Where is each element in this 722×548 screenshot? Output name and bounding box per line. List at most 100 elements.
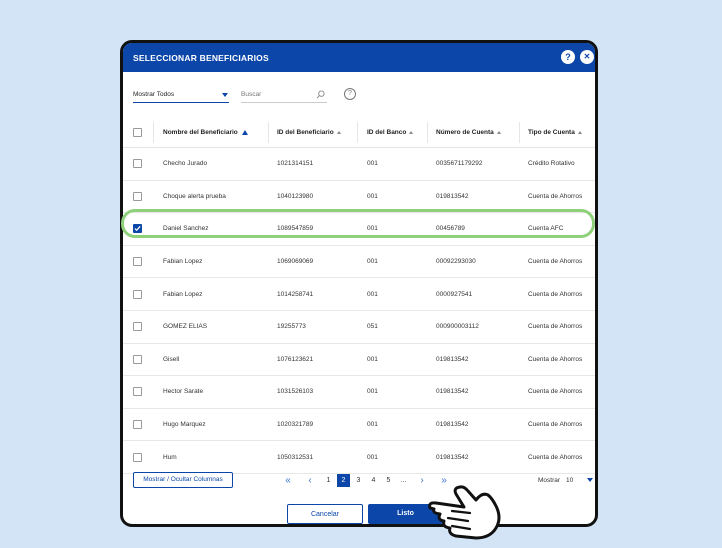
table-row[interactable]: GOMEZ ELIAS 19255773 051 000900003112 Cuenta… (123, 311, 595, 344)
cell-type: Crédito Rotativo (528, 160, 575, 168)
cell-bank: 001 (367, 225, 378, 233)
table-row[interactable]: Hugo Marquez 1020321789 001 019813542 Cuenta… (123, 409, 595, 442)
table-row[interactable]: Checho Jurado 1021314151 001 0035671179292 C… (123, 148, 595, 181)
filter-select[interactable]: Mostrar Todos (133, 87, 229, 103)
cell-id: 1031526103 (277, 388, 314, 396)
first-page-icon[interactable]: « (277, 475, 299, 486)
row-checkbox-cell (133, 344, 142, 376)
row-checkbox[interactable] (133, 452, 142, 462)
cell-name: Hum (163, 453, 177, 461)
cell-name: Gisell (163, 355, 180, 363)
page-button[interactable]: 4 (366, 477, 381, 484)
column-header-name[interactable]: Nombre del Beneficiario (163, 118, 248, 147)
table-footer: Mostrar / Ocultar Columnas « ‹ 1 2 3 4 5… (123, 471, 595, 491)
cell-account: 00092293030 (436, 258, 476, 266)
cell-account: 000900003112 (436, 323, 479, 331)
cell-bank: 051 (367, 323, 378, 331)
row-checkbox-cell (133, 441, 142, 473)
close-icon[interactable]: ✕ (580, 50, 594, 64)
cell-bank: 001 (367, 355, 378, 363)
pointing-hand-icon (428, 485, 501, 540)
column-header-bank[interactable]: ID del Banco (367, 118, 414, 147)
cell-name: Checho Jurado (163, 160, 208, 168)
sort-icon (409, 131, 414, 134)
table-row[interactable]: Daniel Sanchez 1089547859 001 00456789 Cuent… (123, 213, 595, 246)
column-header-id[interactable]: ID del Beneficiario (277, 118, 341, 147)
table-body: Checho Jurado 1021314151 001 0035671179292 C… (123, 148, 595, 474)
row-checkbox-cell (133, 213, 142, 245)
row-checkbox[interactable] (133, 257, 142, 267)
cell-bank: 001 (367, 160, 378, 168)
prev-page-icon[interactable]: ‹ (299, 475, 321, 486)
filter-select-value: Mostrar Todos (133, 91, 175, 98)
table-row[interactable]: Choque alerta prueba 1040123980 001 0198135… (123, 181, 595, 214)
cell-account: 019813542 (436, 453, 469, 461)
row-checkbox[interactable] (133, 322, 142, 332)
column-header-type[interactable]: Tipo de Cuenta (528, 118, 582, 147)
row-checkbox[interactable] (133, 289, 142, 299)
sort-asc-icon (241, 130, 248, 135)
cell-name: GOMEZ ELIAS (163, 323, 208, 331)
cell-id: 1014258741 (277, 290, 314, 298)
row-checkbox-cell (133, 376, 142, 408)
cell-account: 00456789 (436, 225, 465, 233)
page-button[interactable]: 5 (381, 477, 396, 484)
chevron-down-icon (587, 478, 594, 482)
table-row[interactable]: Hum 1050312531 001 019813542 Cuenta de Ahorr… (123, 441, 595, 474)
cell-type: Cuenta de Ahorros (528, 192, 583, 200)
sort-icon (496, 131, 501, 134)
row-checkbox-checked[interactable] (133, 224, 142, 234)
select-all-cell (133, 118, 142, 147)
column-header-account[interactable]: Número de Cuenta (436, 118, 501, 147)
cell-type: Cuenta de Ahorros (528, 388, 583, 396)
cell-account: 0035671179292 (436, 160, 483, 168)
search-help-icon[interactable]: ? (344, 88, 356, 100)
page-ellipsis: ... (400, 476, 407, 484)
page-button-current[interactable]: 2 (337, 473, 350, 487)
sort-icon (336, 131, 341, 134)
page-size-label: Mostrar (538, 476, 561, 484)
row-checkbox[interactable] (133, 387, 142, 397)
cell-type: Cuenta de Ahorros (528, 421, 583, 429)
cell-bank: 001 (367, 290, 378, 298)
cell-account: 019813542 (436, 355, 469, 363)
row-checkbox-cell (133, 181, 142, 213)
cell-id: 1020321789 (277, 421, 314, 429)
toggle-columns-button[interactable]: Mostrar / Ocultar Columnas (133, 472, 233, 488)
page-button[interactable]: 1 (321, 477, 336, 484)
cell-id: 19255773 (277, 323, 306, 331)
row-checkbox[interactable] (133, 191, 142, 201)
cell-type: Cuenta de Ahorros (528, 453, 583, 461)
chevron-down-icon (222, 93, 228, 97)
row-checkbox-cell (133, 278, 142, 310)
search-box[interactable] (241, 87, 327, 103)
row-checkbox[interactable] (133, 420, 142, 430)
cell-bank: 001 (367, 421, 378, 429)
cell-type: Cuenta de Ahorros (528, 323, 583, 331)
cell-bank: 001 (367, 258, 378, 266)
beneficiaries-table: Nombre del Beneficiario ID del Beneficia… (123, 118, 595, 474)
dialog-title: SELECCIONAR BENEFICIARIOS (133, 52, 269, 63)
cell-name: Hector Sarate (163, 388, 204, 396)
table-row[interactable]: Fabian Lopez 1069069069 001 00092293030 Cuen… (123, 246, 595, 279)
row-checkbox[interactable] (133, 354, 142, 364)
table-row[interactable]: Hector Sarate 1031526103 001 019813542 Cuent… (123, 376, 595, 409)
cell-type: Cuenta de Ahorros (528, 258, 583, 266)
page-button[interactable]: 3 (351, 477, 366, 484)
page-size-select[interactable]: Mostrar 10 (538, 473, 594, 487)
row-checkbox-cell (133, 311, 142, 343)
table-row[interactable]: Fabian Lopez 1014258741 001 0000927541 Cuent… (123, 278, 595, 311)
cancel-button[interactable]: Cancelar (287, 504, 363, 524)
search-input[interactable] (241, 91, 311, 98)
table-header: Nombre del Beneficiario ID del Beneficia… (123, 118, 595, 148)
check-icon (134, 226, 141, 232)
cell-bank: 001 (367, 453, 378, 461)
row-checkbox-cell (133, 148, 142, 180)
row-checkbox-cell (133, 409, 142, 441)
row-checkbox[interactable] (133, 159, 142, 169)
select-all-checkbox[interactable] (133, 128, 142, 137)
cell-account: 019813542 (436, 192, 469, 200)
toolbar: Mostrar Todos ? (133, 87, 595, 107)
help-icon[interactable]: ? (561, 50, 575, 64)
table-row[interactable]: Gisell 1076123621 001 019813542 Cuenta de Ah… (123, 344, 595, 377)
